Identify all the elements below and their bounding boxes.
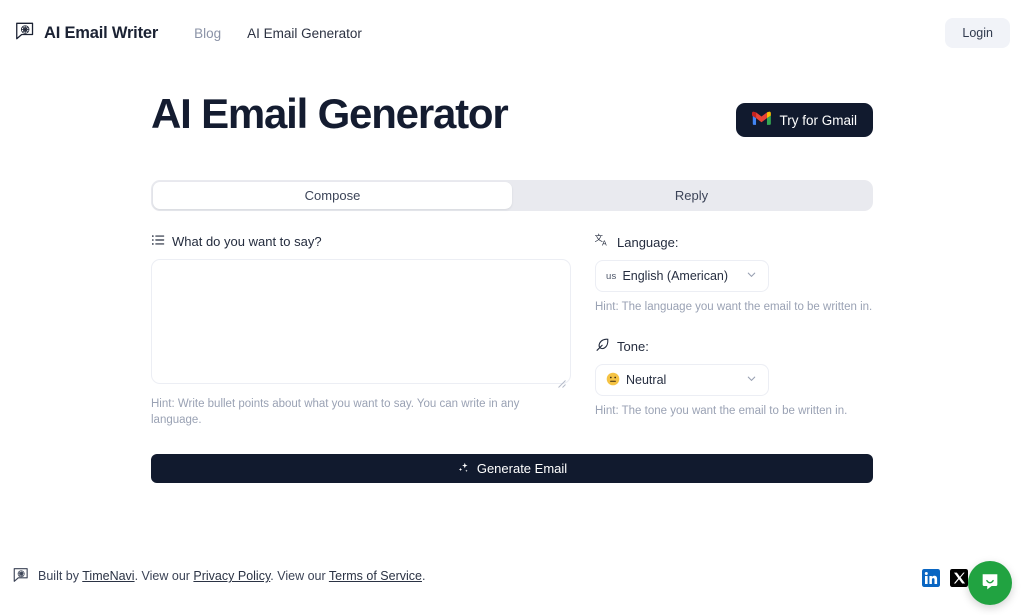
site-footer: Built by TimeNavi. View our Privacy Poli… bbox=[12, 566, 425, 587]
page-root: AI Email Writer Blog AI Email Generator … bbox=[0, 0, 1024, 615]
tone-label-row: Tone: bbox=[595, 337, 873, 355]
main-content: AI Email Generator Try for Gmail Compose… bbox=[151, 90, 873, 484]
speech-bubble-swirl-logo-icon bbox=[12, 566, 30, 587]
language-label-row: 文 A Language: bbox=[595, 233, 873, 251]
footer-text: Built by TimeNavi. View our Privacy Poli… bbox=[38, 568, 425, 584]
chat-launcher-button[interactable] bbox=[968, 561, 1012, 605]
us-flag-icon: us bbox=[606, 270, 617, 282]
language-field: 文 A Language: us English (American) Hint… bbox=[595, 233, 873, 315]
mode-tabs: Compose Reply bbox=[151, 180, 873, 211]
footer-mid-1: . View our bbox=[134, 569, 194, 584]
gmail-icon bbox=[751, 111, 771, 129]
neutral-face-emoji-icon bbox=[606, 372, 620, 389]
tone-label: Tone: bbox=[617, 338, 649, 354]
footer-mid-2: . View our bbox=[270, 569, 329, 584]
brand-name: AI Email Writer bbox=[44, 23, 159, 42]
login-button[interactable]: Login bbox=[945, 18, 1010, 48]
compose-label-row: What do you want to say? bbox=[151, 233, 571, 250]
linkedin-icon[interactable] bbox=[922, 569, 940, 587]
title-row: AI Email Generator Try for Gmail bbox=[151, 90, 873, 148]
language-label: Language: bbox=[617, 234, 679, 250]
compose-textarea[interactable] bbox=[151, 259, 571, 384]
tab-reply[interactable]: Reply bbox=[512, 182, 871, 209]
privacy-policy-link[interactable]: Privacy Policy bbox=[193, 569, 270, 583]
tab-compose[interactable]: Compose bbox=[153, 182, 512, 209]
language-select-value: us English (American) bbox=[606, 269, 728, 283]
compose-label: What do you want to say? bbox=[172, 234, 322, 249]
nav-link-ai-email-generator[interactable]: AI Email Generator bbox=[247, 26, 362, 41]
tone-select[interactable]: Neutral bbox=[595, 364, 769, 397]
page-title: AI Email Generator bbox=[151, 90, 509, 137]
try-for-gmail-label: Try for Gmail bbox=[779, 112, 858, 128]
bullet-list-icon bbox=[151, 233, 165, 250]
chevron-down-icon bbox=[746, 371, 757, 389]
tone-select-text: Neutral bbox=[626, 373, 667, 388]
timenavi-link[interactable]: TimeNavi bbox=[82, 569, 134, 583]
translate-icon: 文 A bbox=[595, 233, 610, 251]
footer-suffix: . bbox=[421, 569, 426, 584]
feather-quill-icon bbox=[595, 337, 610, 355]
x-twitter-icon[interactable] bbox=[950, 569, 968, 587]
site-header: AI Email Writer Blog AI Email Generator … bbox=[0, 0, 1024, 66]
terms-of-service-link[interactable]: Terms of Service bbox=[329, 569, 422, 583]
social-links bbox=[922, 569, 968, 587]
primary-nav: Blog AI Email Generator bbox=[194, 26, 362, 41]
tone-select-value: Neutral bbox=[606, 372, 666, 389]
language-select[interactable]: us English (American) bbox=[595, 260, 769, 292]
chevron-down-icon bbox=[746, 267, 757, 285]
compose-hint: Hint: Write bullet points about what you… bbox=[151, 398, 520, 427]
svg-text:A: A bbox=[602, 241, 607, 248]
nav-link-blog[interactable]: Blog bbox=[194, 26, 221, 41]
try-for-gmail-button[interactable]: Try for Gmail bbox=[735, 103, 873, 137]
sparkles-icon bbox=[457, 461, 470, 477]
tone-hint: Hint: The tone you want the email to be … bbox=[595, 405, 848, 418]
options-column: 文 A Language: us English (American) Hint… bbox=[595, 233, 873, 419]
compose-column: What do you want to say? Hint: Write bul… bbox=[151, 233, 571, 428]
chat-bubble-icon bbox=[979, 570, 1001, 597]
compose-textarea-wrap bbox=[151, 259, 571, 389]
form-grid: What do you want to say? Hint: Write bul… bbox=[151, 233, 873, 428]
generate-email-label: Generate Email bbox=[476, 461, 568, 477]
footer-prefix: Built by bbox=[38, 569, 83, 584]
language-hint: Hint: The language you want the email to… bbox=[595, 301, 873, 313]
brand[interactable]: AI Email Writer bbox=[14, 20, 158, 47]
speech-bubble-swirl-logo-icon bbox=[14, 20, 36, 47]
generate-email-button[interactable]: Generate Email bbox=[151, 454, 873, 484]
language-select-text: English (American) bbox=[622, 269, 729, 283]
tone-field: Tone: Neutral Hint: The tone you want th… bbox=[595, 337, 873, 419]
